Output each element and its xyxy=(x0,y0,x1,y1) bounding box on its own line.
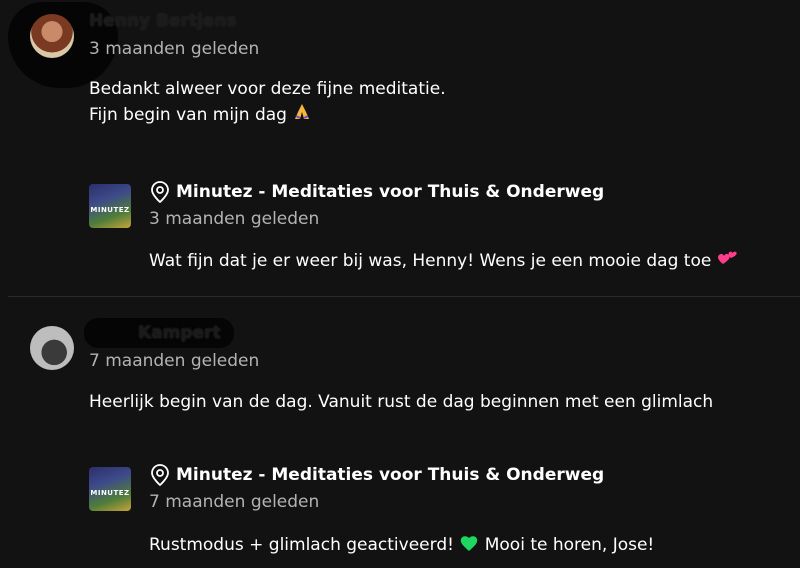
comment-timestamp: 3 maanden geleden xyxy=(89,39,260,59)
brand-label: MINUTEZ xyxy=(90,206,130,214)
artist-avatar[interactable]: MINUTEZ xyxy=(89,467,131,511)
artist-pin-icon xyxy=(151,464,169,486)
reply-header: Minutez - Meditaties voor Thuis & Onderw… xyxy=(150,181,604,203)
comment-text-line-2: Fijn begin van mijn dag xyxy=(89,105,287,125)
reply-text: Rustmodus + glimlach geactiveerd! Mooi t… xyxy=(149,532,654,558)
comment-text: Heerlijk begin van de dag. Vanuit rust d… xyxy=(89,392,714,412)
avatar[interactable] xyxy=(30,14,74,58)
artist-avatar[interactable]: MINUTEZ xyxy=(89,184,131,228)
comment-divider xyxy=(8,296,800,297)
two-hearts-emoji xyxy=(717,251,737,264)
artist-pin-icon xyxy=(151,181,169,203)
comment-text-line: Bedankt alweer voor deze fijne meditatie… xyxy=(89,79,446,99)
brand-label: MINUTEZ xyxy=(90,489,130,497)
reply-text-after: Mooi te horen, Jose! xyxy=(484,535,655,555)
green-heart-emoji xyxy=(461,536,478,551)
folded-hands-emoji xyxy=(295,104,310,119)
reply-timestamp: 7 maanden geleden xyxy=(149,492,320,512)
reply-text-content: Wat fijn dat je er weer bij was, Henny! … xyxy=(149,251,712,271)
comment-text: Bedankt alweer voor deze fijne meditatie… xyxy=(89,76,446,128)
artist-name[interactable]: Minutez - Meditaties voor Thuis & Onderw… xyxy=(176,182,604,202)
comment-text-line: Fijn begin van mijn dag xyxy=(89,102,446,128)
artist-name[interactable]: Minutez - Meditaties voor Thuis & Onderw… xyxy=(176,465,604,485)
reply-header: Minutez - Meditaties voor Thuis & Onderw… xyxy=(150,464,604,486)
comment-timestamp: 7 maanden geleden xyxy=(89,351,260,371)
reply-text: Wat fijn dat je er weer bij was, Henny! … xyxy=(149,248,739,274)
reply-text-before: Rustmodus + glimlach geactiveerd! xyxy=(149,535,454,555)
author-name[interactable]: Henny Bertjens xyxy=(89,11,237,31)
reply-timestamp: 3 maanden geleden xyxy=(149,209,320,229)
author-name[interactable]: Kampert xyxy=(138,323,221,343)
avatar[interactable] xyxy=(30,326,74,370)
